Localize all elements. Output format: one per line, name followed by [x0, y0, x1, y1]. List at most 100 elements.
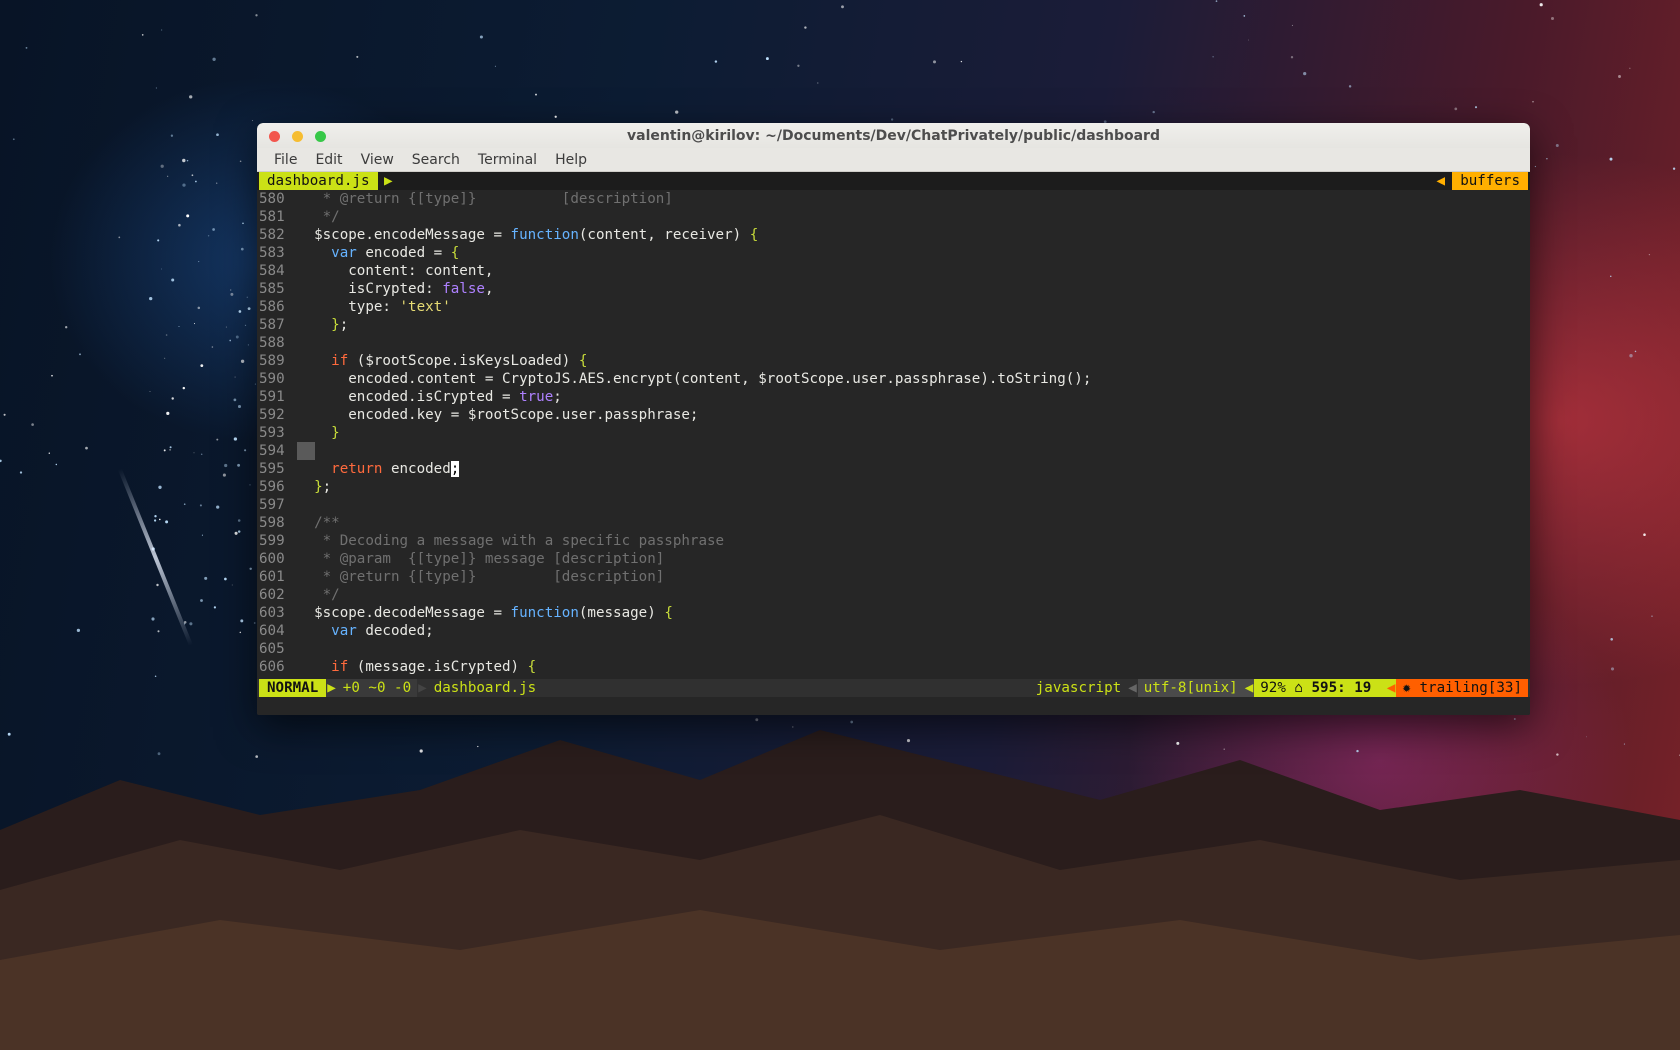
line-number: 603: [259, 605, 285, 621]
code-line[interactable]: 595 return encoded;: [257, 460, 1530, 478]
code-line[interactable]: 583 var encoded = {: [257, 244, 1530, 262]
star: [19, 471, 23, 474]
star: [167, 175, 169, 177]
code-token: encoded.isCrypted =: [297, 389, 520, 405]
code-token: function: [510, 605, 579, 621]
star: [1303, 71, 1307, 76]
code-token: ;: [339, 317, 349, 333]
star: [182, 386, 186, 390]
code-line[interactable]: 589 if ($rootScope.isKeysLoaded) {: [257, 352, 1530, 370]
star: [186, 214, 190, 218]
text-cursor: ;: [450, 461, 460, 477]
code-text: /**: [297, 514, 1530, 532]
tab-dashboard-js[interactable]: dashboard.js: [259, 172, 378, 190]
star: [216, 182, 218, 184]
vim-tabline: dashboard.js ▶ ◀ buffers: [257, 172, 1530, 190]
star: [237, 463, 241, 467]
code-line[interactable]: 580 * @return {[type]} [description]: [257, 190, 1530, 208]
star: [1610, 638, 1613, 641]
menu-help[interactable]: Help: [546, 152, 596, 168]
line-number: 594: [259, 443, 285, 459]
code-line[interactable]: 591 encoded.isCrypted = true;: [257, 388, 1530, 406]
buffers-label: buffers: [1452, 172, 1528, 190]
line-number: 585: [259, 281, 285, 297]
star: [155, 87, 157, 89]
code-line[interactable]: 601 * @return {[type]} [description]: [257, 568, 1530, 586]
sign-column-marker: [297, 442, 315, 460]
line-number: 589: [259, 353, 285, 369]
vim-editor[interactable]: dashboard.js ▶ ◀ buffers 580 * @return {…: [257, 172, 1530, 715]
line-number: 587: [259, 317, 285, 333]
star: [158, 518, 161, 521]
star: [233, 398, 237, 402]
star: [841, 5, 844, 9]
star: [197, 306, 201, 310]
star: [890, 118, 894, 121]
code-line[interactable]: 594: [257, 442, 1530, 460]
code-line[interactable]: 592 encoded.key = $rootScope.user.passph…: [257, 406, 1530, 424]
code-area[interactable]: 580 * @return {[type]} [description] 581 …: [257, 190, 1530, 676]
code-line[interactable]: 604 var decoded;: [257, 622, 1530, 640]
code-text: * Decoding a message with a specific pas…: [297, 532, 1530, 550]
star: [240, 247, 244, 251]
menu-view[interactable]: View: [352, 152, 403, 168]
star: [161, 268, 163, 270]
code-line[interactable]: 598 /**: [257, 514, 1530, 532]
menu-file[interactable]: File: [265, 152, 306, 168]
star: [230, 289, 232, 291]
code-line[interactable]: 585 isCrypted: false,: [257, 280, 1530, 298]
code-token: {: [527, 659, 537, 675]
code-line[interactable]: 596 };: [257, 478, 1530, 496]
star: [960, 60, 963, 63]
star: [1648, 253, 1651, 256]
star: [240, 619, 244, 623]
powerline-separator-icon: ◀: [1436, 173, 1445, 189]
line-number: 606: [259, 659, 285, 675]
code-line[interactable]: 584 content: content,: [257, 262, 1530, 280]
code-line[interactable]: 588: [257, 334, 1530, 352]
star: [212, 228, 215, 231]
code-text: */: [297, 208, 1530, 226]
code-line[interactable]: 587 };: [257, 316, 1530, 334]
code-line[interactable]: 593 }: [257, 424, 1530, 442]
code-line[interactable]: 603 $scope.decodeMessage = function(mess…: [257, 604, 1530, 622]
code-line[interactable]: 581 */: [257, 208, 1530, 226]
star: [191, 174, 194, 177]
menu-edit[interactable]: Edit: [306, 152, 351, 168]
star: [1474, 106, 1478, 109]
menu-terminal[interactable]: Terminal: [469, 152, 546, 168]
star: [158, 485, 162, 489]
powerline-separator-icon: ▶: [384, 173, 393, 189]
code-line[interactable]: 602 */: [257, 586, 1530, 604]
code-line[interactable]: 605: [257, 640, 1530, 658]
code-token: encoded =: [356, 245, 451, 261]
window-title: valentin@kirilov: ~/Documents/Dev/ChatPr…: [627, 128, 1160, 144]
star: [244, 449, 247, 452]
menu-search[interactable]: Search: [403, 152, 469, 168]
code-line[interactable]: 606 if (message.isCrypted) {: [257, 658, 1530, 676]
star: [1609, 157, 1613, 161]
title-bar[interactable]: valentin@kirilov: ~/Documents/Dev/ChatPr…: [257, 123, 1530, 148]
code-text: * @return {[type]} [description]: [297, 190, 1530, 208]
code-line[interactable]: 600 * @param {[type]} message [descripti…: [257, 550, 1530, 568]
warning-text: trailing[33]: [1419, 680, 1523, 696]
star: [141, 34, 144, 36]
code-token: $scope.encodeMessage =: [297, 227, 511, 243]
code-line[interactable]: 582 $scope.encodeMessage = function(cont…: [257, 226, 1530, 244]
star: [165, 334, 168, 336]
star: [238, 310, 242, 313]
star: [12, 138, 15, 141]
code-line[interactable]: 599 * Decoding a message with a specific…: [257, 532, 1530, 550]
star: [211, 346, 214, 348]
code-token: * Decoding a message with a specific pas…: [297, 533, 725, 549]
star: [151, 617, 155, 621]
code-line[interactable]: 597: [257, 496, 1530, 514]
code-line[interactable]: 590 encoded.content = CryptoJS.AES.encry…: [257, 370, 1530, 388]
line-number: 586: [259, 299, 285, 315]
star: [1629, 354, 1633, 358]
code-text: * @return {[type]} [description]: [297, 568, 1530, 586]
star: [55, 463, 58, 466]
star: [1618, 75, 1621, 78]
code-line[interactable]: 586 type: 'text': [257, 298, 1530, 316]
code-text: var encoded = {: [297, 244, 1530, 262]
